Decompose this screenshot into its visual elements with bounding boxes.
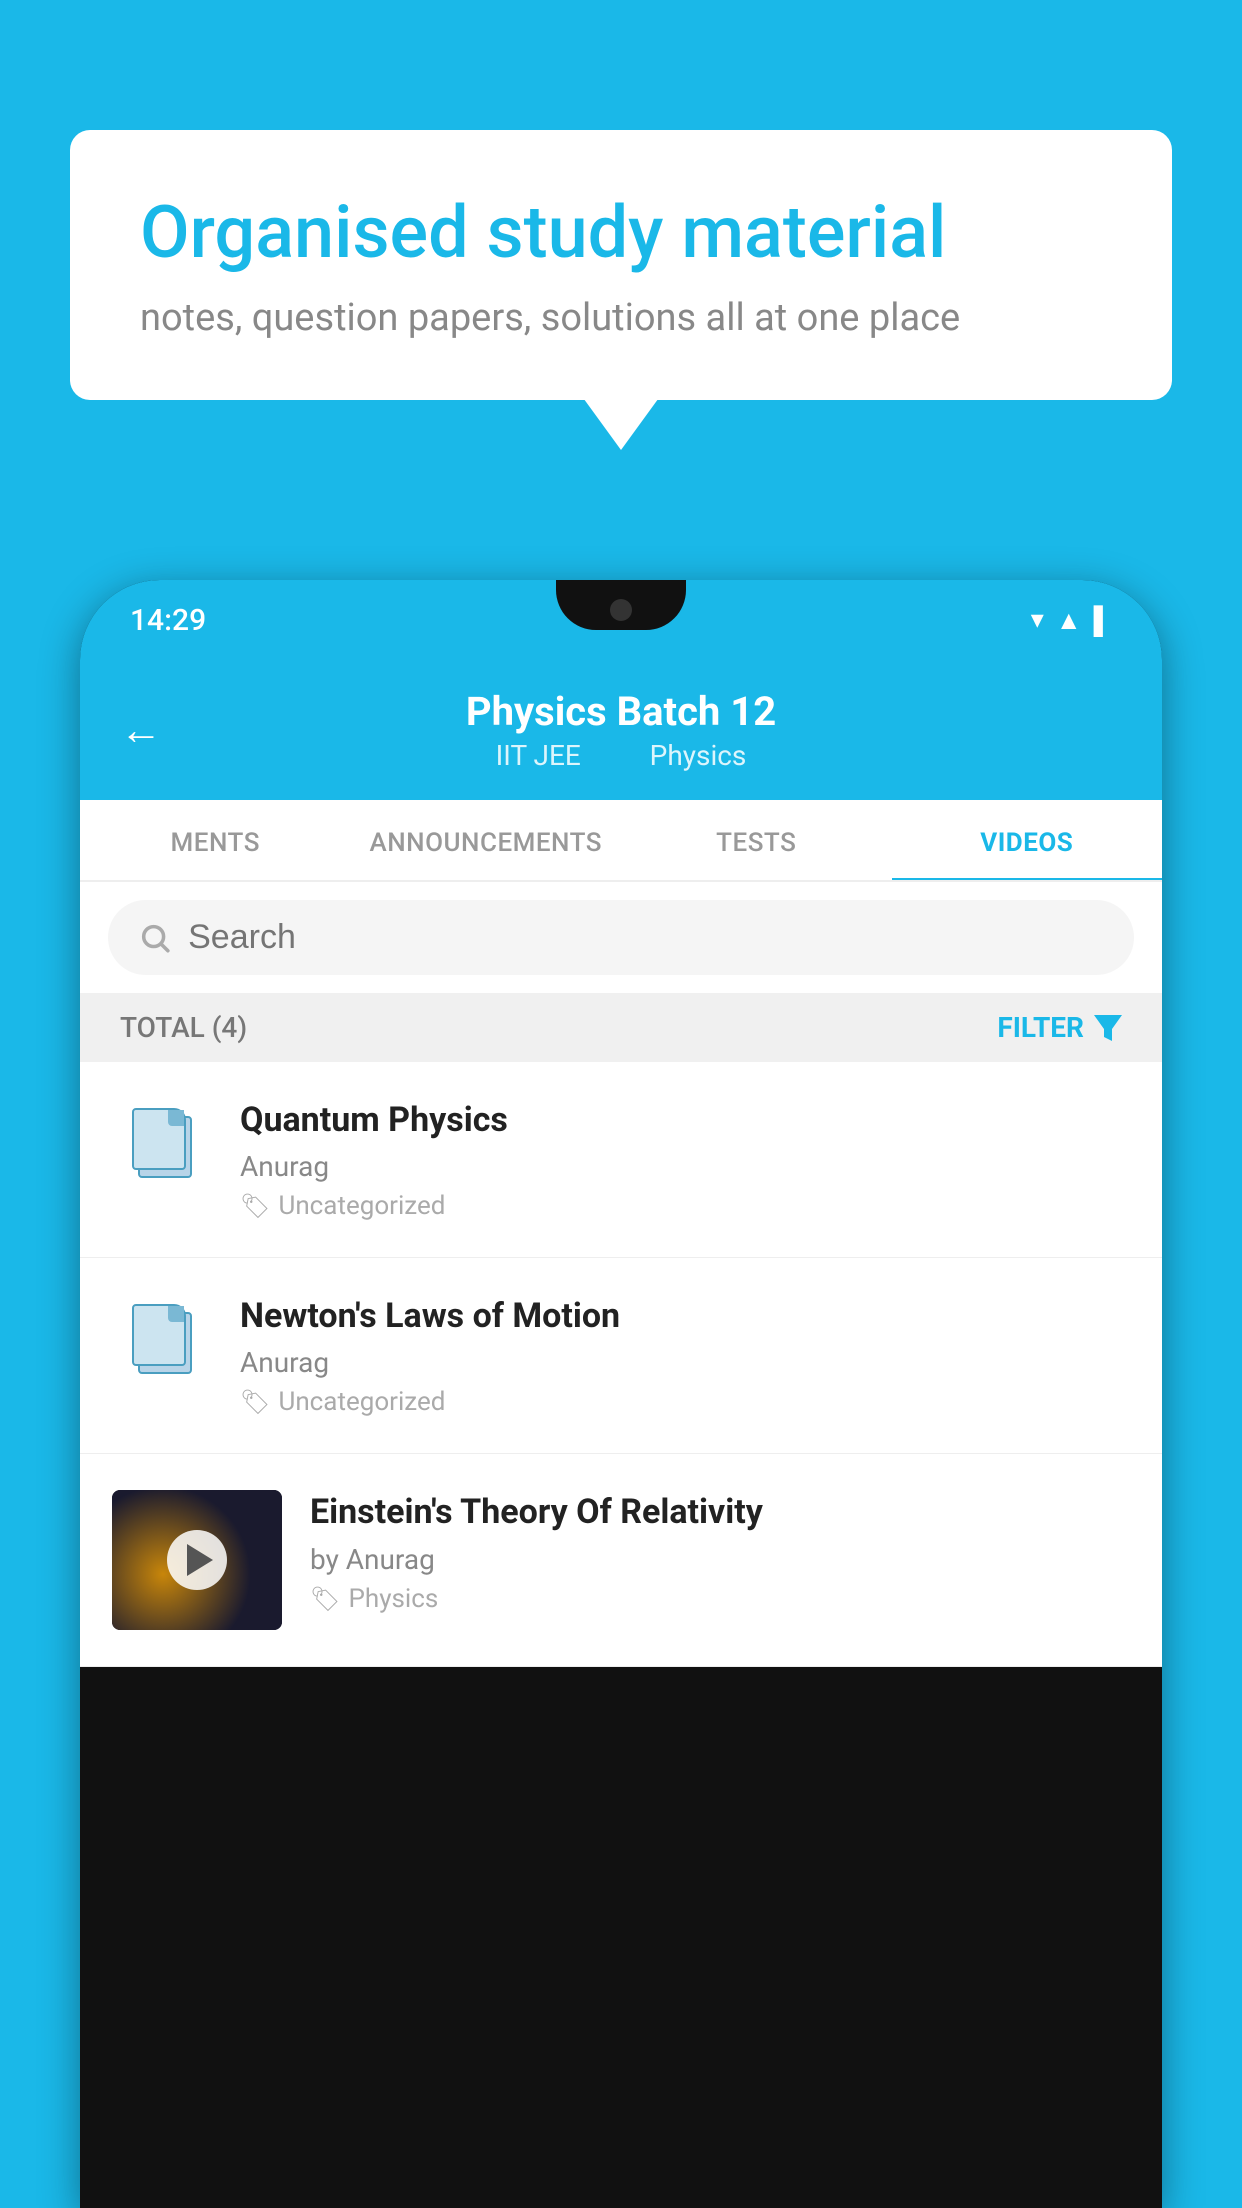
- video-title: Newton's Laws of Motion: [240, 1294, 1130, 1338]
- video-list: Quantum Physics Anurag 🏷 Uncategorized: [80, 1062, 1162, 1667]
- file-icon: [132, 1302, 192, 1374]
- speech-bubble-subtitle: notes, question papers, solutions all at…: [140, 296, 1102, 340]
- tag-icon: 🏷: [240, 1192, 270, 1220]
- video-info: Newton's Laws of Motion Anurag 🏷 Uncateg…: [240, 1294, 1130, 1417]
- video-title: Einstein's Theory Of Relativity: [310, 1490, 1130, 1534]
- back-button[interactable]: ←: [120, 706, 162, 755]
- video-thumbnail: [112, 1490, 282, 1630]
- search-input[interactable]: [188, 918, 1104, 957]
- wifi-icon: ▾: [1031, 605, 1044, 635]
- tab-tests[interactable]: TESTS: [621, 800, 892, 880]
- app-header: ← Physics Batch 12 IIT JEE Physics: [80, 660, 1162, 800]
- file-icon-wrap: [112, 1294, 212, 1374]
- battery-icon: ▌: [1094, 605, 1112, 636]
- search-icon: [138, 920, 172, 956]
- filter-icon: [1094, 1015, 1122, 1041]
- status-icons: ▾ ▲ ▌: [1031, 605, 1112, 636]
- video-info: Quantum Physics Anurag 🏷 Uncategorized: [240, 1098, 1130, 1221]
- phone-notch: [556, 580, 686, 630]
- list-item[interactable]: Einstein's Theory Of Relativity by Anura…: [80, 1454, 1162, 1667]
- batch-title: Physics Batch 12: [466, 688, 776, 735]
- play-icon: [187, 1544, 213, 1576]
- search-input-wrap: [108, 900, 1134, 975]
- speech-bubble-container: Organised study material notes, question…: [70, 130, 1172, 400]
- header-title-group: Physics Batch 12 IIT JEE Physics: [466, 688, 776, 772]
- status-time: 14:29: [130, 603, 206, 638]
- subtitle-separator: [612, 739, 626, 772]
- total-label: TOTAL (4): [120, 1011, 247, 1044]
- speech-bubble: Organised study material notes, question…: [70, 130, 1172, 400]
- speech-bubble-title: Organised study material: [140, 190, 1102, 276]
- video-title: Quantum Physics: [240, 1098, 1130, 1142]
- status-bar: 14:29 ▾ ▲ ▌: [80, 580, 1162, 660]
- file-icon-wrap: [112, 1098, 212, 1178]
- video-tag: 🏷 Uncategorized: [240, 1387, 1130, 1417]
- video-tag: 🏷 Physics: [310, 1584, 1130, 1614]
- filter-button[interactable]: FILTER: [997, 1011, 1122, 1044]
- filter-bar: TOTAL (4) FILTER: [80, 993, 1162, 1062]
- batch-subtitle: IIT JEE Physics: [466, 739, 776, 772]
- tag-icon: 🏷: [310, 1585, 340, 1613]
- tab-announcements[interactable]: ANNOUNCEMENTS: [351, 800, 622, 880]
- video-author: Anurag: [240, 1150, 1130, 1183]
- search-container: [80, 882, 1162, 993]
- subtitle-physics: Physics: [650, 739, 747, 772]
- list-item[interactable]: Quantum Physics Anurag 🏷 Uncategorized: [80, 1062, 1162, 1258]
- camera-dot: [610, 599, 632, 621]
- list-item[interactable]: Newton's Laws of Motion Anurag 🏷 Uncateg…: [80, 1258, 1162, 1454]
- phone-frame: 14:29 ▾ ▲ ▌ ← Physics Batch 12 IIT JEE P…: [80, 580, 1162, 2208]
- video-tag: 🏷 Uncategorized: [240, 1191, 1130, 1221]
- tag-icon: 🏷: [240, 1388, 270, 1416]
- play-button[interactable]: [167, 1530, 227, 1590]
- tab-ments[interactable]: MENTS: [80, 800, 351, 880]
- subtitle-iit: IIT JEE: [496, 739, 581, 772]
- signal-icon: ▲: [1056, 605, 1082, 636]
- video-author: Anurag: [240, 1346, 1130, 1379]
- file-icon: [132, 1106, 192, 1178]
- tab-bar: MENTS ANNOUNCEMENTS TESTS VIDEOS: [80, 800, 1162, 882]
- tab-videos[interactable]: VIDEOS: [892, 800, 1163, 880]
- video-info: Einstein's Theory Of Relativity by Anura…: [310, 1490, 1130, 1613]
- video-author: by Anurag: [310, 1543, 1130, 1576]
